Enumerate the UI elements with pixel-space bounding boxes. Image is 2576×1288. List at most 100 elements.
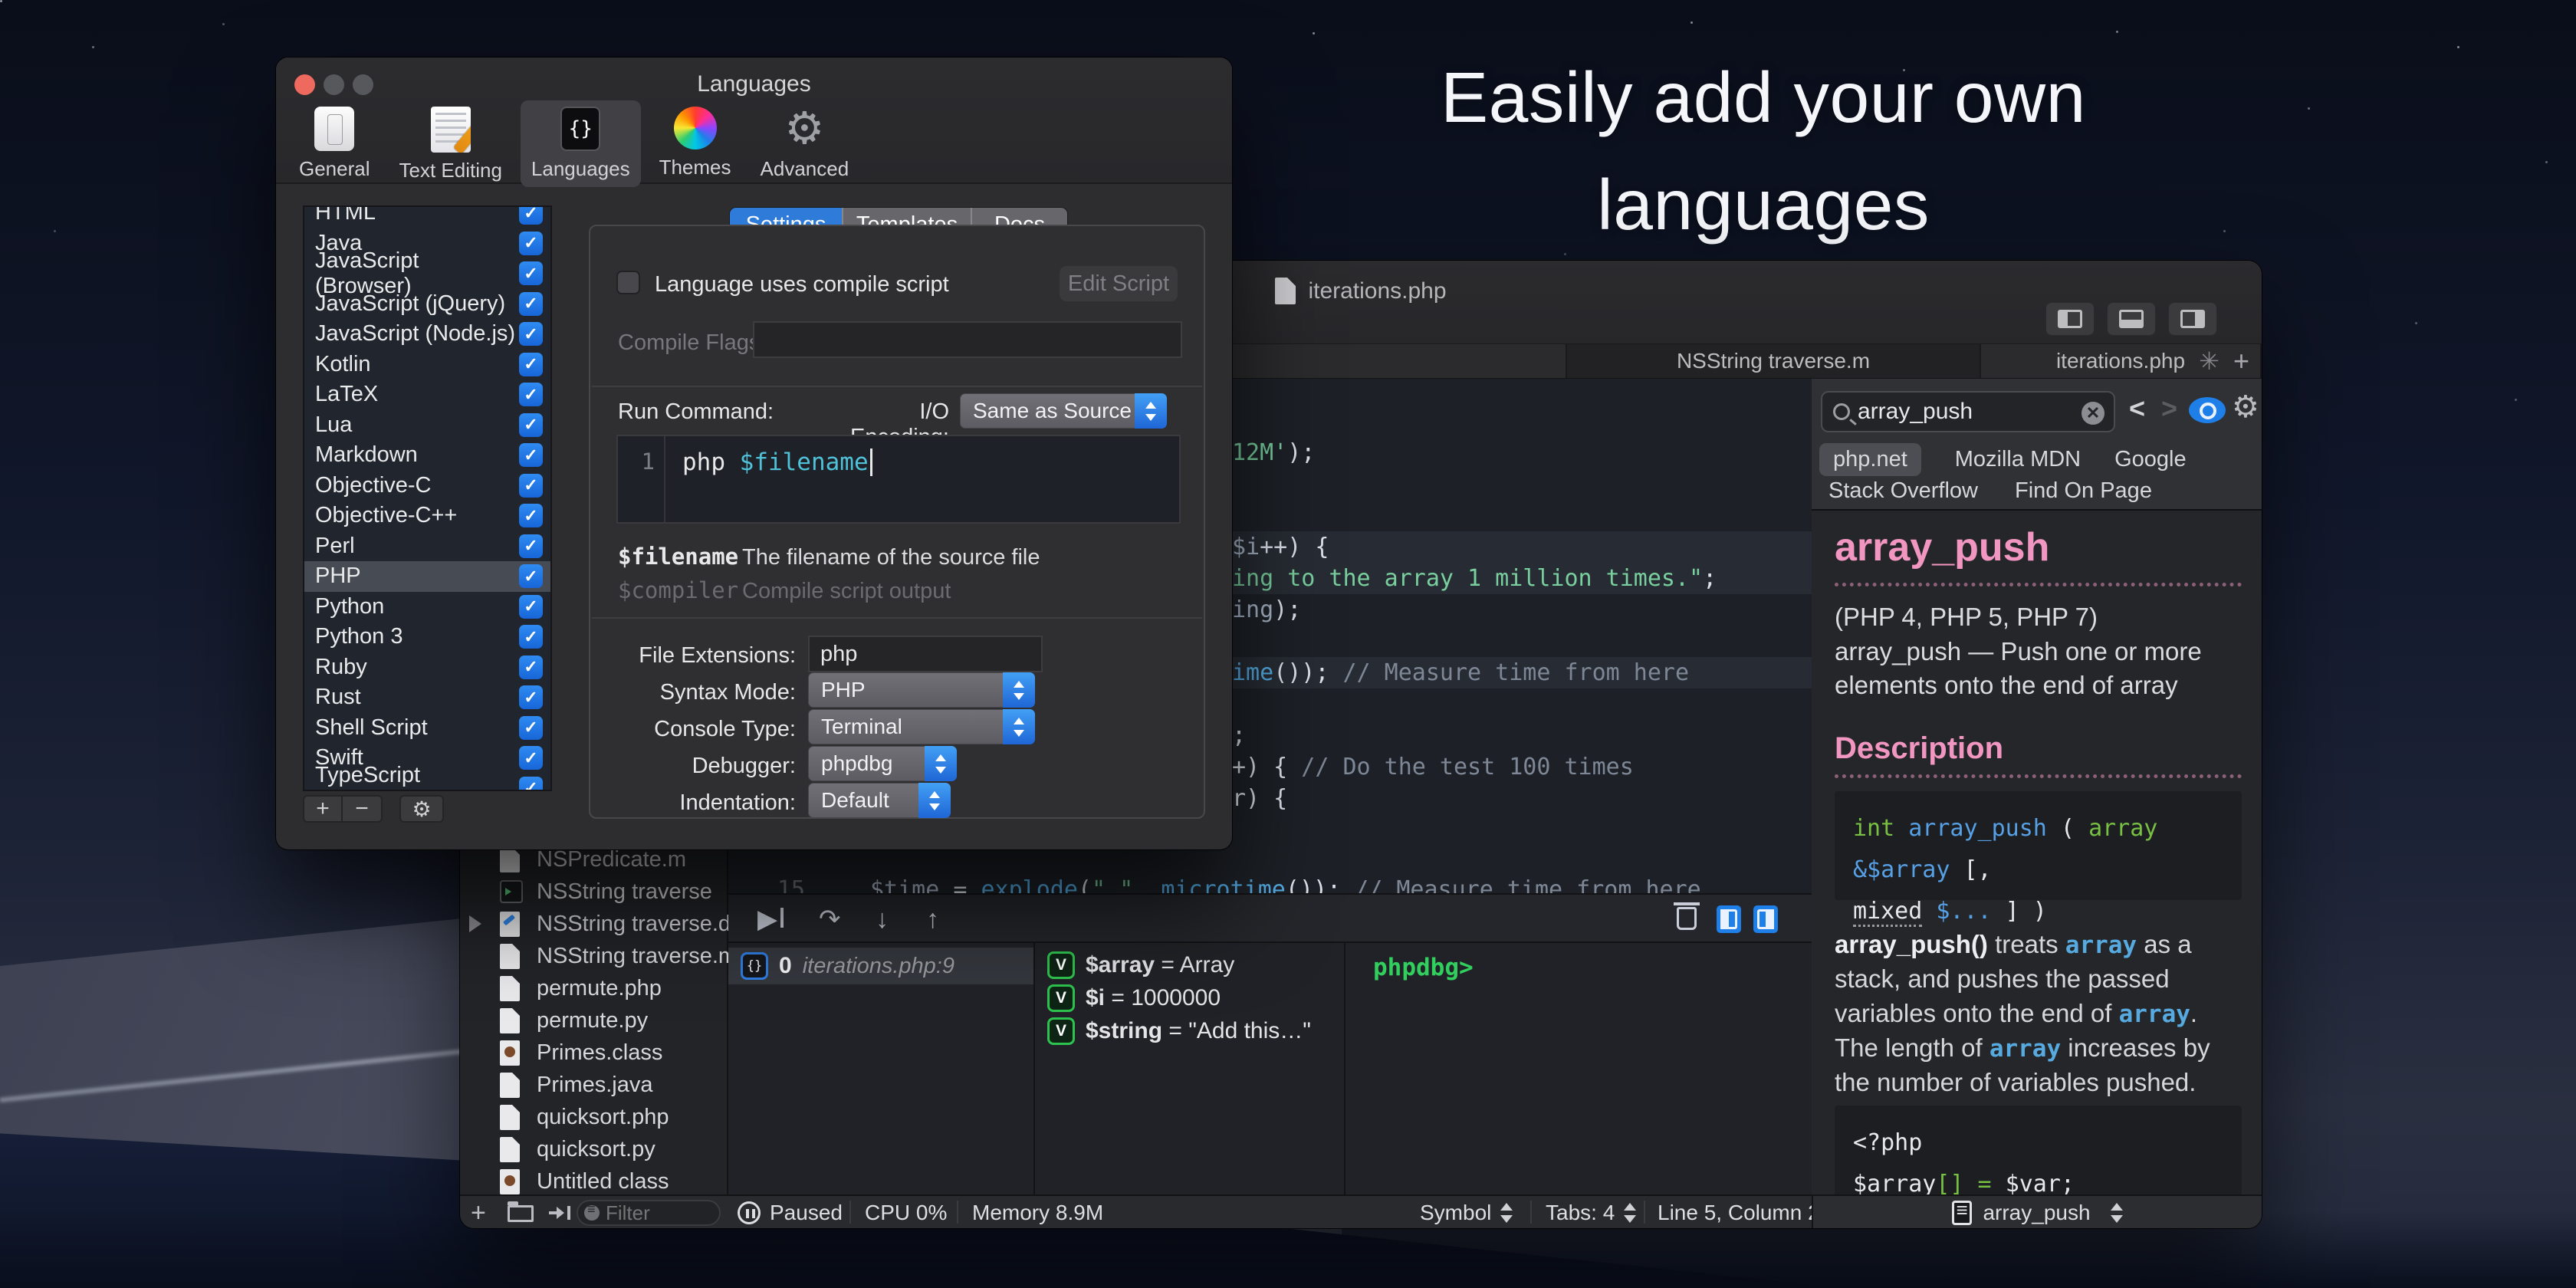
checkbox-checked[interactable] bbox=[519, 685, 543, 709]
variable-row[interactable]: V$array = Array bbox=[1047, 949, 1341, 981]
symbol-dropdown[interactable]: Symbol bbox=[1420, 1196, 1513, 1228]
new-tab-button[interactable]: + bbox=[2233, 345, 2249, 377]
add-file-button[interactable]: + bbox=[471, 1196, 486, 1228]
filter-field[interactable] bbox=[577, 1200, 721, 1226]
tab-nsstring-traverse-m[interactable]: NSString traverse.m bbox=[1567, 344, 1981, 378]
language-row[interactable]: Ruby bbox=[304, 652, 550, 683]
checkbox-checked[interactable] bbox=[519, 777, 543, 791]
docs-search-field[interactable]: ✕ bbox=[1821, 391, 2115, 432]
file-row[interactable]: NSString traverse.m bbox=[460, 940, 727, 972]
language-list[interactable]: HTMLJavaJavaScript (Browser)JavaScript (… bbox=[303, 205, 552, 791]
indentation-dropdown[interactable]: Default bbox=[808, 783, 951, 818]
language-row[interactable]: Perl bbox=[304, 531, 550, 562]
checkbox-checked[interactable] bbox=[519, 261, 543, 285]
tab-iterations-php[interactable]: iterations.php ✳ + bbox=[1981, 344, 2262, 378]
clear-search-icon[interactable]: ✕ bbox=[2082, 402, 2104, 425]
checkbox-checked[interactable] bbox=[519, 443, 543, 467]
toggle-debug-right-panel-button[interactable] bbox=[1753, 905, 1778, 933]
debug-console[interactable]: phpdbg> bbox=[1346, 943, 1812, 1194]
file-row[interactable]: quicksort.py bbox=[460, 1133, 727, 1165]
docs-content[interactable]: array_push (PHP 4, PHP 5, PHP 7) array_p… bbox=[1812, 511, 2262, 1194]
checkbox-checked[interactable] bbox=[519, 413, 543, 437]
syntax-mode-dropdown[interactable]: PHP bbox=[808, 672, 1035, 708]
file-row[interactable]: quicksort.php bbox=[460, 1101, 727, 1133]
docs-source-mozilla-mdn[interactable]: Mozilla MDN bbox=[1955, 447, 2081, 472]
debug-step-in-button[interactable]: ↓ bbox=[876, 904, 889, 935]
checkbox-checked[interactable] bbox=[519, 595, 543, 619]
language-row[interactable]: Lua bbox=[304, 410, 550, 441]
clear-console-button[interactable] bbox=[1677, 907, 1697, 930]
debug-step-over-button[interactable]: ↷ bbox=[819, 904, 841, 935]
filter-input[interactable] bbox=[606, 1201, 698, 1225]
language-row[interactable]: Python bbox=[304, 592, 550, 623]
toggle-bottom-panel-button[interactable] bbox=[2107, 302, 2156, 336]
language-row[interactable]: HTML bbox=[304, 205, 550, 228]
docs-search-input[interactable] bbox=[1858, 399, 2049, 425]
language-row[interactable]: Objective-C bbox=[304, 471, 550, 501]
checkbox-checked[interactable] bbox=[519, 322, 543, 346]
disclosure-triangle-icon[interactable] bbox=[469, 915, 481, 932]
debug-continue-button[interactable]: ▶ bbox=[757, 904, 784, 935]
file-extensions-field[interactable]: php bbox=[808, 636, 1043, 672]
docs-source-google[interactable]: Google bbox=[2114, 447, 2187, 472]
toolbar-item-advanced[interactable]: ⚙ Advanced bbox=[750, 100, 860, 187]
docs-source-find-on-page[interactable]: Find On Page bbox=[2015, 478, 2152, 504]
reader-eye-icon[interactable] bbox=[2189, 397, 2226, 423]
language-row[interactable]: JavaScript (Node.js) bbox=[304, 319, 550, 350]
docs-settings-gear-icon[interactable]: ⚙ bbox=[2232, 389, 2259, 425]
language-row[interactable]: TypeScript (Browser) bbox=[304, 774, 550, 792]
checkbox-checked[interactable] bbox=[519, 656, 543, 679]
toggle-left-sidebar-button[interactable] bbox=[2045, 302, 2095, 336]
checkbox-checked[interactable] bbox=[519, 716, 543, 740]
docs-forward-button[interactable]: > bbox=[2161, 393, 2177, 425]
file-row[interactable]: Primes.java bbox=[460, 1069, 727, 1101]
console-type-dropdown[interactable]: Terminal bbox=[808, 709, 1035, 744]
prefs-titlebar[interactable]: Languages General Text Editing {} Langua… bbox=[276, 58, 1232, 184]
language-gear-button[interactable]: ⚙ bbox=[399, 795, 444, 823]
toolbar-item-general[interactable]: General bbox=[288, 100, 381, 187]
file-row[interactable]: Primes.class bbox=[460, 1037, 727, 1069]
toggle-debug-left-panel-button[interactable] bbox=[1717, 905, 1741, 933]
toggle-right-sidebar-button[interactable] bbox=[2168, 302, 2217, 336]
language-row[interactable]: Python 3 bbox=[304, 622, 550, 652]
checkbox-checked[interactable] bbox=[519, 746, 543, 770]
language-row[interactable]: Shell Script bbox=[304, 713, 550, 744]
compile-script-checkbox[interactable] bbox=[616, 271, 640, 294]
file-row[interactable]: permute.py bbox=[460, 1004, 727, 1037]
checkbox-checked[interactable] bbox=[519, 205, 543, 225]
file-row[interactable]: NSString traverse.d… bbox=[460, 908, 727, 940]
move-to-icon[interactable] bbox=[549, 1204, 569, 1221]
run-command-editor[interactable]: 1 php $filename bbox=[616, 435, 1181, 524]
language-row[interactable]: JavaScript (Browser) bbox=[304, 258, 550, 289]
checkbox-checked[interactable] bbox=[519, 564, 543, 588]
checkbox-checked[interactable] bbox=[519, 232, 543, 255]
variable-row[interactable]: V$i = 1000000 bbox=[1047, 982, 1341, 1014]
docs-source-php-net[interactable]: php.net bbox=[1819, 443, 1921, 476]
toolbar-item-text-editing[interactable]: Text Editing bbox=[389, 100, 513, 187]
language-row[interactable]: Rust bbox=[304, 682, 550, 713]
language-row[interactable]: PHP bbox=[304, 561, 550, 592]
file-row[interactable]: Untitled class bbox=[460, 1165, 727, 1198]
edit-script-button[interactable]: Edit Script bbox=[1060, 266, 1178, 301]
checkbox-checked[interactable] bbox=[519, 534, 543, 558]
checkbox-checked[interactable] bbox=[519, 474, 543, 498]
add-language-button[interactable]: + bbox=[303, 795, 343, 823]
language-row[interactable]: LaTeX bbox=[304, 380, 550, 410]
tabs-dropdown[interactable]: Tabs: 4 bbox=[1546, 1196, 1636, 1228]
new-folder-icon[interactable] bbox=[508, 1205, 534, 1222]
io-encoding-dropdown[interactable]: Same as Source bbox=[960, 393, 1167, 429]
debugger-dropdown[interactable]: phpdbg bbox=[808, 746, 957, 781]
checkbox-checked[interactable] bbox=[519, 504, 543, 527]
remove-language-button[interactable]: − bbox=[343, 795, 383, 823]
language-row[interactable]: Markdown bbox=[304, 440, 550, 471]
toolbar-item-languages[interactable]: {} Languages bbox=[521, 100, 641, 187]
stack-frame-row[interactable]: {} 0 iterations.php:9 bbox=[728, 948, 1033, 984]
compile-flags-field[interactable] bbox=[753, 321, 1182, 358]
language-row[interactable]: Objective-C++ bbox=[304, 501, 550, 531]
docs-back-button[interactable]: < bbox=[2129, 393, 2145, 425]
checkbox-checked[interactable] bbox=[519, 292, 543, 316]
variable-row[interactable]: V$string = "Add this…" bbox=[1047, 1015, 1341, 1047]
toolbar-item-themes[interactable]: Themes bbox=[649, 100, 742, 187]
docs-footer-bar[interactable]: array_push bbox=[1812, 1196, 2262, 1228]
file-row[interactable]: NSString traverse bbox=[460, 876, 727, 908]
